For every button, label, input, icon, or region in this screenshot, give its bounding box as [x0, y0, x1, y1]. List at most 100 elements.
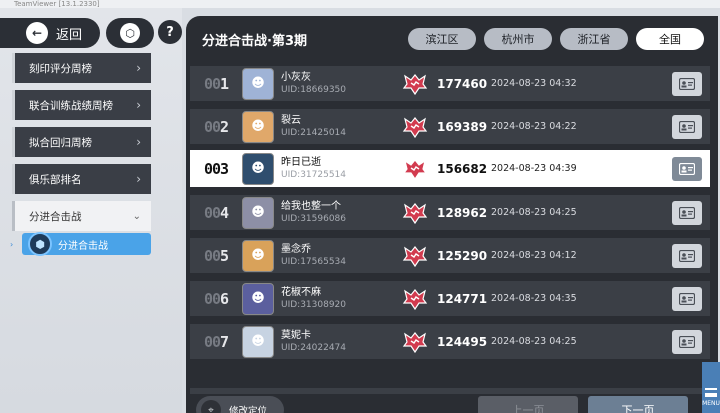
- avatar[interactable]: ☻: [242, 110, 274, 143]
- player-info: 给我也整一个 UID:31596086: [281, 200, 401, 225]
- home-button[interactable]: ⬡: [106, 18, 154, 48]
- prev-page-button[interactable]: 上一页: [478, 396, 578, 413]
- id-card-icon: [679, 162, 695, 175]
- player-uid: UID:31725514: [281, 170, 347, 180]
- chevron-right-icon: ›: [136, 172, 141, 186]
- rank-prefix: 00: [203, 289, 221, 308]
- wolf-emblem-icon: [402, 158, 428, 180]
- player-info: 墨念乔 UID:17565534: [281, 243, 401, 268]
- avatar[interactable]: ☻: [242, 196, 274, 229]
- rank-prefix: 00: [203, 203, 221, 222]
- profile-card-button[interactable]: [672, 156, 702, 181]
- rank-prefix: 00: [203, 246, 221, 265]
- menu-corner-button[interactable]: MENU: [702, 362, 720, 413]
- tab-zhejiang[interactable]: 浙江省: [560, 28, 628, 50]
- player-info: 昨日已逝 UID:31725514: [281, 156, 401, 181]
- avatar-icon: ☻: [251, 291, 265, 306]
- player-uid: UID:31596086: [281, 214, 347, 224]
- profile-card-button[interactable]: [672, 114, 702, 139]
- avatar-icon: ☻: [251, 248, 265, 263]
- avatar-icon: ☻: [251, 161, 265, 176]
- avatar[interactable]: ☻: [242, 239, 274, 272]
- player-uid: UID:18669350: [281, 85, 347, 95]
- question-icon: ?: [166, 24, 174, 40]
- rank-badge-icon: [401, 155, 429, 183]
- back-arrow-icon: ←: [26, 22, 48, 44]
- profile-card-button[interactable]: [672, 71, 702, 96]
- player-uid: UID:24022474: [281, 343, 347, 353]
- avatar[interactable]: ☻: [242, 282, 274, 315]
- wolf-emblem-icon: [402, 288, 428, 310]
- timestamp: 2024-08-23 04:22: [491, 121, 577, 132]
- avatar[interactable]: ☻: [242, 67, 274, 100]
- score-value: 125290: [437, 248, 488, 263]
- rank-value: 6: [220, 289, 229, 308]
- player-name: 小灰灰: [281, 72, 311, 83]
- rank-value: 1: [220, 74, 229, 93]
- rank-number: 005: [190, 247, 242, 265]
- menu-item-label: 拟合回归周榜: [29, 136, 92, 149]
- rank-number: 006: [190, 290, 242, 308]
- timestamp: 2024-08-23 04:35: [491, 293, 577, 304]
- id-card-icon: [679, 335, 695, 348]
- score-value: 124495: [437, 334, 488, 349]
- rank-prefix: 00: [203, 74, 221, 93]
- id-card-icon: [679, 249, 695, 262]
- avatar-icon: ☻: [251, 119, 265, 134]
- menu-item-joint-training-weekly[interactable]: 联合训练战绩周榜 ›: [12, 90, 151, 120]
- page-title: 分进合击战·第3期: [202, 34, 307, 49]
- player-info: 小灰灰 UID:18669350: [281, 71, 401, 96]
- menu-item-label: 分进合击战: [29, 210, 82, 223]
- rank-badge-icon: [401, 199, 429, 227]
- tab-national[interactable]: 全国: [636, 28, 704, 50]
- back-label: 返回: [56, 27, 83, 43]
- menu-item-pincer-battle[interactable]: 分进合击战 ⌄: [12, 201, 151, 231]
- submenu-pincer-battle[interactable]: › ⬢ 分进合击战: [10, 232, 151, 256]
- leaderboard-panel: 分进合击战·第3期 滨江区 杭州市 浙江省 全国 001 ☻ 小灰灰 UID:1866…: [186, 16, 718, 413]
- menu-item-club-ranking[interactable]: 俱乐部排名 ›: [12, 164, 151, 194]
- rank-badge-icon: [401, 113, 429, 141]
- table-row: 001 ☻ 小灰灰 UID:18669350 177460 2024-08-23 04:3…: [190, 66, 710, 101]
- profile-card-button[interactable]: [672, 286, 702, 311]
- submenu-item-selected[interactable]: ⬢ 分进合击战: [22, 232, 151, 256]
- avatar-icon: ☻: [251, 205, 265, 220]
- player-uid: UID:17565534: [281, 257, 347, 267]
- location-pin-icon: ⌖: [201, 400, 221, 413]
- menu-item-label: 联合训练战绩周榜: [29, 99, 113, 112]
- profile-card-button[interactable]: [672, 243, 702, 268]
- home-icon: ⬡: [120, 23, 140, 43]
- avatar[interactable]: ☻: [242, 152, 274, 185]
- rank-value: 7: [220, 332, 229, 351]
- table-row: 006 ☻ 花椒不麻 UID:31308920 124771 2024-08-23 04:…: [190, 281, 710, 316]
- wolf-emblem-icon: [402, 245, 428, 267]
- next-page-button[interactable]: 下一页: [588, 396, 688, 413]
- player-info: 花椒不麻 UID:31308920: [281, 286, 401, 311]
- rank-number: 003: [190, 160, 242, 178]
- id-card-icon: [679, 77, 695, 90]
- score-value: 128962: [437, 205, 488, 220]
- table-row: 007 ☻ 莫妮卡 UID:24022474 124495 2024-08-23 04:2…: [190, 324, 710, 359]
- tab-binjiang[interactable]: 滨江区: [408, 28, 476, 50]
- player-name: 昨日已逝: [281, 157, 321, 168]
- menu-item-imprint-weekly[interactable]: 刻印评分周榜 ›: [12, 53, 151, 83]
- chevron-right-icon: ›: [136, 98, 141, 112]
- rank-prefix: 00: [203, 117, 221, 136]
- id-card-icon: [679, 120, 695, 133]
- player-name: 墨念乔: [281, 244, 311, 255]
- rank-value: 2: [220, 117, 229, 136]
- tab-hangzhou[interactable]: 杭州市: [484, 28, 552, 50]
- profile-card-button[interactable]: [672, 329, 702, 354]
- window-titlebar: TeamViewer [13.1.2330]: [0, 0, 720, 8]
- menu-item-regression-weekly[interactable]: 拟合回归周榜 ›: [12, 127, 151, 157]
- rank-value: 003: [203, 159, 229, 178]
- player-info: 莫妮卡 UID:24022474: [281, 329, 401, 354]
- help-button[interactable]: ?: [158, 20, 182, 44]
- back-button[interactable]: ← 返回: [0, 18, 100, 48]
- wolf-emblem-icon: [402, 73, 428, 95]
- avatar[interactable]: ☻: [242, 325, 274, 358]
- menu-item-label: 俱乐部排名: [29, 173, 82, 186]
- profile-card-button[interactable]: [672, 200, 702, 225]
- player-uid: UID:31308920: [281, 300, 347, 310]
- change-location-button[interactable]: ⌖ 修改定位: [196, 396, 284, 413]
- table-row: 002 ☻ 裂云 UID:21425014 169389 2024-08-23 04:22: [190, 109, 710, 144]
